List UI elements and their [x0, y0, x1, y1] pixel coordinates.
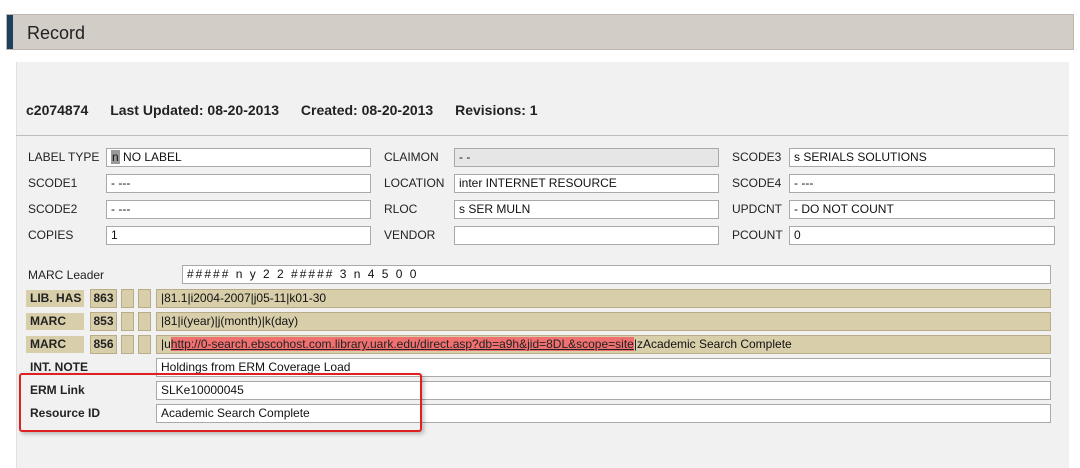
- lib-has-indicator-2[interactable]: [138, 289, 151, 308]
- vendor-field[interactable]: [454, 226, 719, 245]
- marc-856-url[interactable]: http://0-search.ebscohost.com.library.ua…: [170, 337, 634, 351]
- vendor-label: VENDOR: [384, 228, 436, 242]
- scode1-label: SCODE1: [28, 176, 78, 190]
- claimon-label: CLAIMON: [384, 150, 439, 164]
- header-divider: [16, 135, 1068, 136]
- created-date: Created: 08-20-2013: [300, 102, 434, 118]
- marc-856-suffix: |zAcademic Search Complete: [633, 337, 792, 351]
- last-updated: Last Updated: 08-20-2013: [110, 102, 280, 118]
- window-title: Record: [27, 23, 86, 43]
- label-type-label: LABEL TYPE: [28, 150, 100, 164]
- marc-856-indicator-2[interactable]: [138, 335, 151, 354]
- scode3-label: SCODE3: [732, 150, 782, 164]
- location-field[interactable]: inter INTERNET RESOURCE: [454, 174, 719, 193]
- label-type-field[interactable]: n NO LABEL: [106, 148, 371, 167]
- rloc-label: RLOC: [384, 202, 418, 216]
- scode1-field[interactable]: - ---: [106, 174, 371, 193]
- int-note-label: INT. NOTE: [30, 360, 89, 374]
- updcnt-field[interactable]: - DO NOT COUNT: [789, 200, 1055, 219]
- location-label: LOCATION: [384, 176, 445, 190]
- marc-leader-field[interactable]: ##### n y 2 2 ##### 3 n 4 5 0 0: [182, 265, 1051, 284]
- lib-has-label: LIB. HAS: [26, 290, 84, 307]
- scode4-field[interactable]: - ---: [789, 174, 1055, 193]
- updcnt-label: UPDCNT: [732, 202, 782, 216]
- window-title-bar: Record: [6, 14, 1074, 50]
- copies-field[interactable]: 1: [106, 226, 371, 245]
- rloc-field[interactable]: s SER MULN: [454, 200, 719, 219]
- marc-856-label: MARC: [26, 336, 84, 353]
- revisions: Revisions: 1: [455, 102, 538, 118]
- marc-leader-label: MARC Leader: [28, 268, 105, 282]
- marc-856-tag[interactable]: 856: [90, 335, 117, 354]
- copies-label: COPIES: [28, 228, 74, 242]
- marc-853-label: MARC: [26, 313, 84, 330]
- title-accent: [7, 15, 13, 49]
- lib-has-tag[interactable]: 863: [90, 289, 117, 308]
- label-type-code: n: [111, 150, 120, 164]
- label-type-value: NO LABEL: [119, 150, 182, 164]
- scode3-field[interactable]: s SERIALS SOLUTIONS: [789, 148, 1055, 167]
- record-header: c2074874 Last Updated: 08-20-2013 Create…: [26, 102, 556, 118]
- record-id: c2074874: [26, 102, 89, 118]
- marc-856-field[interactable]: |uhttp://0-search.ebscohost.com.library.…: [156, 335, 1051, 354]
- lib-has-field[interactable]: |81.1|i2004-2007|j05-11|k01-30: [156, 289, 1051, 308]
- marc-853-indicator-2[interactable]: [138, 312, 151, 331]
- annotation-highlight-box: [19, 373, 422, 432]
- marc-853-tag[interactable]: 853: [90, 312, 117, 331]
- pcount-label: PCOUNT: [732, 228, 783, 242]
- marc-853-indicator-1[interactable]: [121, 312, 134, 331]
- scode2-field[interactable]: - ---: [106, 200, 371, 219]
- marc-853-field[interactable]: |81|i(year)|j(month)|k(day): [156, 312, 1051, 331]
- claimon-field[interactable]: - -: [454, 148, 719, 167]
- marc-856-prefix: |u: [161, 337, 171, 351]
- marc-856-indicator-1[interactable]: [121, 335, 134, 354]
- lib-has-indicator-1[interactable]: [121, 289, 134, 308]
- pcount-field[interactable]: 0: [789, 226, 1055, 245]
- scode2-label: SCODE2: [28, 202, 78, 216]
- scode4-label: SCODE4: [732, 176, 782, 190]
